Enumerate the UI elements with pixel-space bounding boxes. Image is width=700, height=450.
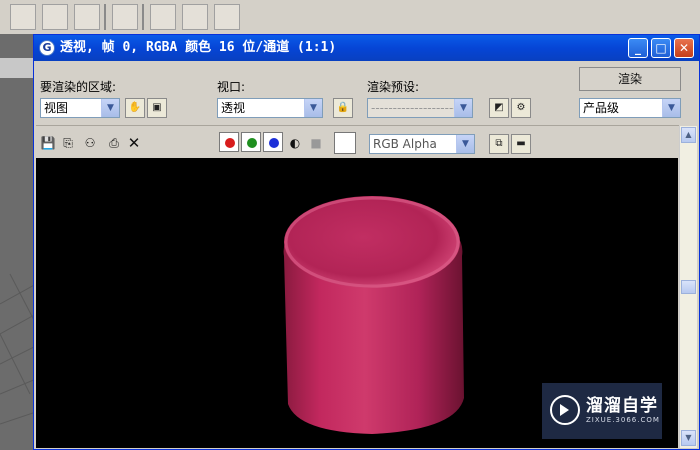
minimize-button[interactable]: _ xyxy=(628,38,648,58)
preset-select[interactable]: ---------------------- ▼ xyxy=(367,98,473,118)
clear-icon[interactable]: ✕ xyxy=(126,135,142,151)
preset-label: 渲染预设: xyxy=(367,80,420,94)
toolbar-divider xyxy=(36,125,679,126)
app-g-icon: G xyxy=(39,40,55,56)
window-title: 透视, 帧 0, RGBA 颜色 16 位/通道 (1:1) xyxy=(60,40,337,55)
quality-select[interactable]: 产品级 ▼ xyxy=(579,98,681,118)
auto-region-icon[interactable]: ▣ xyxy=(147,98,167,118)
render-setup-icon[interactable]: ◩ xyxy=(489,98,509,118)
watermark-url: ZIXUE.3066.COM xyxy=(586,416,660,424)
chevron-down-icon: ▼ xyxy=(101,99,119,117)
background-viewport xyxy=(0,34,36,450)
viewport-label: 视口: xyxy=(217,80,246,94)
chevron-down-icon: ▼ xyxy=(456,135,474,153)
title-bar[interactable]: G 透视, 帧 0, RGBA 颜色 16 位/通道 (1:1) _ □ ✕ xyxy=(34,35,699,61)
scroll-down-icon[interactable]: ▼ xyxy=(681,430,696,446)
toolbar-divider xyxy=(104,4,106,30)
lock-icon[interactable]: 🔒 xyxy=(333,98,353,118)
quality-select-value: 产品级 xyxy=(583,101,620,115)
schematic-view-icon[interactable] xyxy=(74,4,100,30)
environment-icon[interactable]: ⚙ xyxy=(511,98,531,118)
quick-render-teapot-icon[interactable] xyxy=(214,4,240,30)
watermark: 溜溜自学 ZIXUE.3066.COM xyxy=(542,383,662,439)
copy-icon[interactable]: ⎘ xyxy=(60,135,76,151)
color-swatch[interactable] xyxy=(334,132,356,154)
watermark-play-triangle xyxy=(560,404,569,416)
green-channel-icon xyxy=(247,138,257,148)
render-frame-window-icon[interactable] xyxy=(10,4,36,30)
toggle-ui-overlay-icon[interactable]: ⧉ xyxy=(489,134,509,154)
scroll-up-icon[interactable]: ▲ xyxy=(681,127,696,143)
channel-display-value: RGB Alpha xyxy=(373,137,437,151)
chevron-down-icon: ▼ xyxy=(304,99,322,117)
blue-channel-button[interactable] xyxy=(263,132,283,152)
curve-editor-icon[interactable] xyxy=(42,4,68,30)
watermark-text: 溜溜自学 xyxy=(586,396,658,416)
channel-display-select[interactable]: RGB Alpha ▼ xyxy=(369,134,475,154)
area-select[interactable]: 视图 ▼ xyxy=(40,98,120,118)
rendered-frame-teapot-icon[interactable] xyxy=(182,4,208,30)
material-editor-icon[interactable] xyxy=(112,4,138,30)
chevron-down-icon: ▼ xyxy=(454,99,472,117)
viewport-tab-strip xyxy=(0,58,36,78)
render-frame-window: G 透视, 帧 0, RGBA 颜色 16 位/通道 (1:1) _ □ ✕ 要… xyxy=(33,34,700,450)
vertical-scrollbar[interactable]: ▲ ▼ xyxy=(679,126,697,448)
maximize-button[interactable]: □ xyxy=(651,38,671,58)
close-button[interactable]: ✕ xyxy=(674,38,694,58)
chevron-down-icon: ▼ xyxy=(662,99,680,117)
pan-hand-icon[interactable]: ✋ xyxy=(125,98,145,118)
save-icon[interactable]: 💾 xyxy=(40,135,56,151)
toolbar-divider xyxy=(142,4,144,30)
viewport-select-value: 透视 xyxy=(221,101,246,115)
monochrome-icon[interactable]: ■ xyxy=(308,135,324,151)
viewport-grid xyxy=(0,273,36,425)
red-channel-button[interactable] xyxy=(219,132,239,152)
green-channel-button[interactable] xyxy=(241,132,261,152)
scrollbar-thumb[interactable] xyxy=(681,280,696,294)
blue-channel-icon xyxy=(269,138,279,148)
clone-icon[interactable]: ⚇ xyxy=(82,135,98,151)
viewport-select[interactable]: 透视 ▼ xyxy=(217,98,323,118)
area-select-value: 视图 xyxy=(44,101,69,115)
area-label: 要渲染的区域: xyxy=(40,80,117,94)
alpha-channel-icon[interactable]: ◐ xyxy=(287,135,303,151)
main-toolbar xyxy=(0,0,700,35)
print-icon[interactable]: ⎙ xyxy=(106,135,122,151)
toggle-ui-icon[interactable]: ▬ xyxy=(511,134,531,154)
render-setup-teapot-icon[interactable] xyxy=(150,4,176,30)
red-channel-icon xyxy=(225,138,235,148)
render-button[interactable]: 渲染 xyxy=(579,67,681,91)
preset-select-value: ---------------------- xyxy=(371,101,467,115)
